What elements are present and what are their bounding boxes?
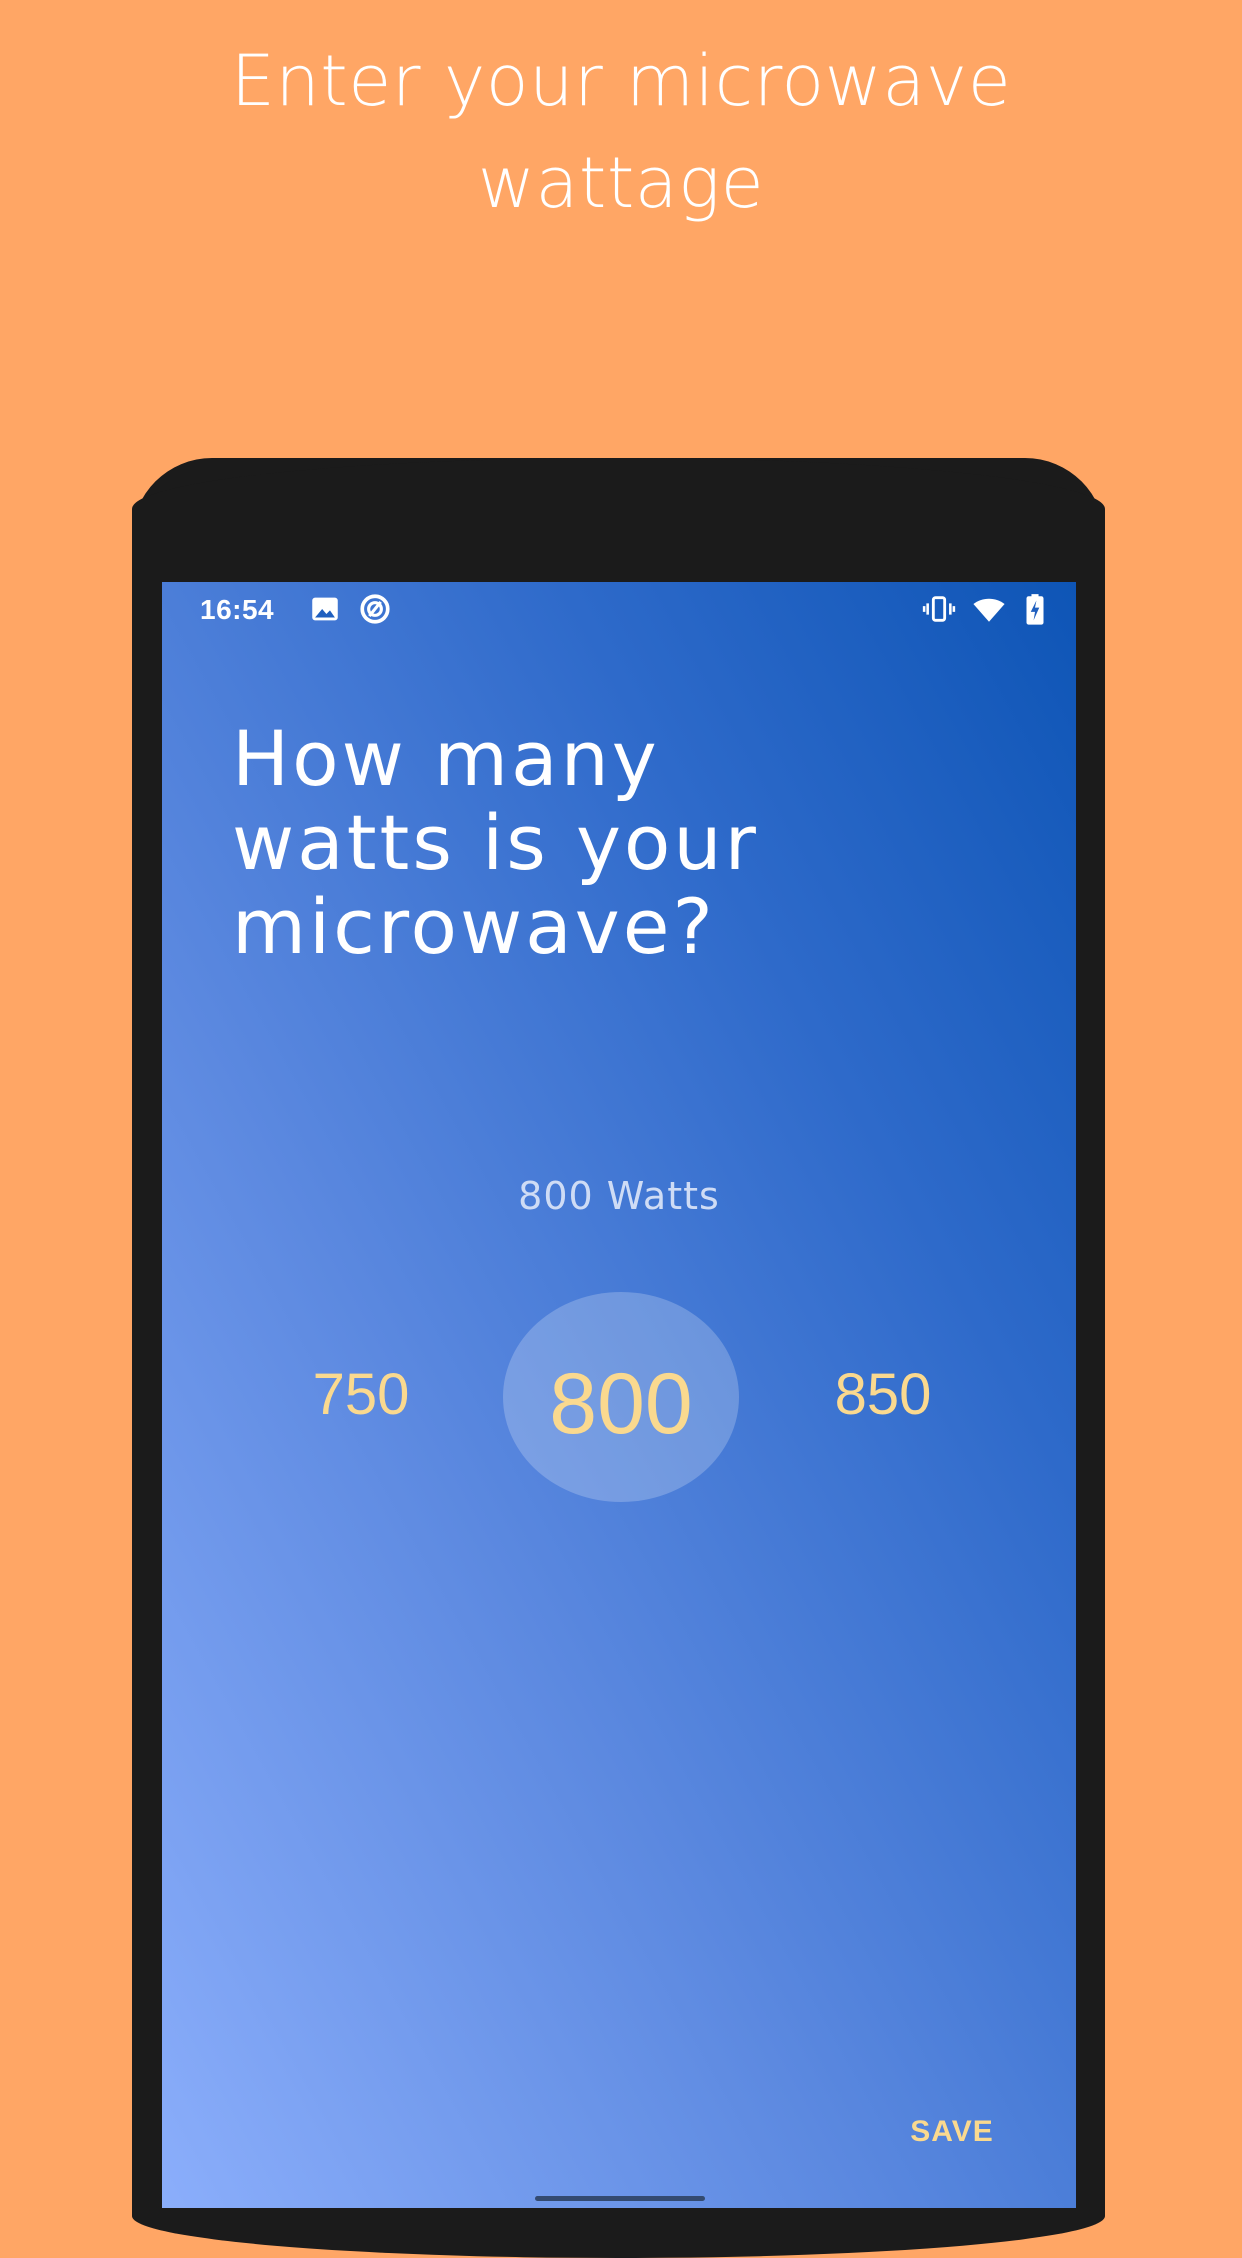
promo-title-line-2: wattage bbox=[477, 142, 765, 224]
picker-option-previous[interactable]: 750 bbox=[261, 1360, 461, 1430]
picker-selected-option[interactable]: 800 bbox=[503, 1292, 739, 1502]
battery-charging-icon bbox=[1026, 594, 1044, 625]
save-button[interactable]: SAVE bbox=[882, 2112, 1022, 2152]
question-line-1: How many bbox=[232, 714, 660, 803]
status-time: 16:54 bbox=[200, 594, 275, 625]
status-bar: 16:54 bbox=[162, 582, 1076, 638]
question-line-2: watts is your bbox=[232, 798, 759, 887]
promo-title: Enter your microwave wattage bbox=[0, 30, 1242, 234]
question-line-3: microwave? bbox=[232, 882, 716, 971]
home-indicator[interactable] bbox=[535, 2196, 705, 2201]
picker-selected-value: 800 bbox=[549, 1356, 693, 1452]
wattage-question: How many watts is your microwave? bbox=[232, 717, 1032, 969]
picker-option-next[interactable]: 850 bbox=[783, 1360, 983, 1430]
wifi-icon bbox=[973, 598, 1005, 622]
promo-title-line-1: Enter your microwave bbox=[230, 40, 1012, 122]
image-icon bbox=[312, 597, 338, 621]
vibrate-icon bbox=[922, 596, 956, 622]
selected-watts-label: 800 Watts bbox=[518, 1174, 720, 1218]
data-saver-icon bbox=[360, 594, 390, 624]
app-screen: 16:54 How many watts is your microwave? … bbox=[162, 582, 1076, 2208]
